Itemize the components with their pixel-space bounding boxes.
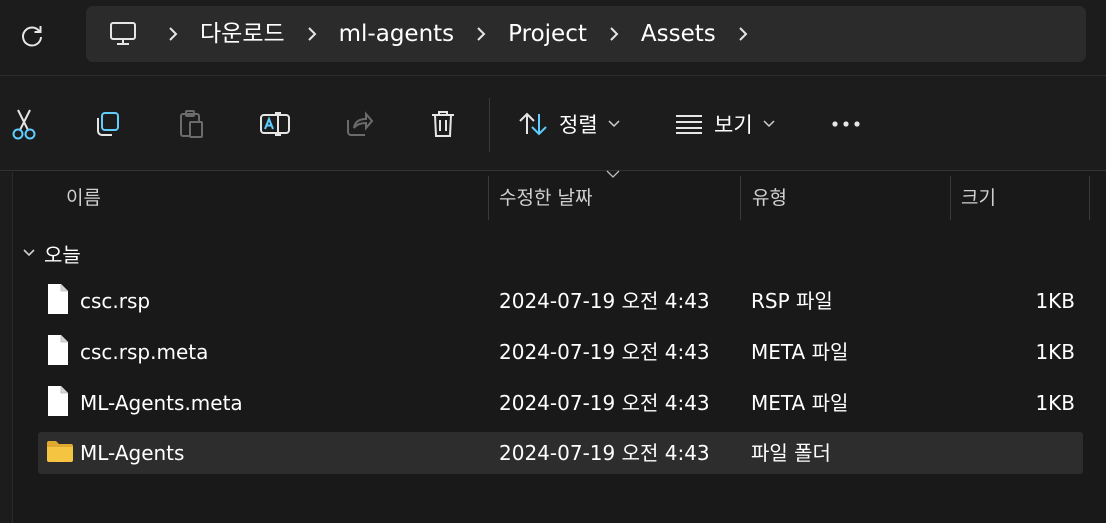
refresh-icon [22, 26, 42, 47]
share-button[interactable] [339, 104, 379, 144]
file-size: 1KB [1035, 340, 1075, 364]
chevron-right-icon[interactable] [601, 6, 627, 62]
sort-descending-icon [606, 170, 620, 178]
file-row[interactable]: ML-Agents.meta 2024-07-19 오전 4:43 META 파… [38, 382, 1083, 424]
column-divider[interactable] [950, 176, 951, 220]
file-date: 2024-07-19 오전 4:43 [499, 391, 710, 415]
file-date: 2024-07-19 오전 4:43 [499, 289, 710, 313]
file-icon [48, 386, 68, 416]
share-icon [347, 111, 374, 136]
monitor-icon [110, 22, 136, 45]
chevron-right-icon[interactable] [468, 6, 494, 62]
file-row[interactable]: csc.rsp 2024-07-19 오전 4:43 RSP 파일 1KB [38, 280, 1083, 322]
rename-icon [260, 112, 290, 136]
chevron-right-icon[interactable] [299, 6, 325, 62]
copy-icon [97, 112, 119, 136]
rename-button[interactable] [255, 104, 295, 144]
delete-button[interactable] [423, 104, 463, 144]
folder-row[interactable]: ML-Agents 2024-07-19 오전 4:43 파일 폴더 [38, 432, 1083, 474]
column-header-name[interactable]: 이름 [66, 172, 101, 220]
view-menu-button[interactable]: 보기 [674, 104, 775, 144]
address-bar-row: 다운로드 ml-agents Project Assets [0, 0, 1106, 75]
more-dots-icon [832, 121, 860, 127]
folder-icon [47, 441, 73, 462]
trash-icon [432, 111, 454, 137]
paste-button[interactable] [171, 104, 211, 144]
column-divider[interactable] [488, 176, 489, 220]
file-name: ML-Agents.meta [80, 391, 243, 415]
column-header-date[interactable]: 수정한 날짜 [499, 172, 592, 220]
sort-label: 정렬 [559, 113, 598, 137]
command-bar: 정렬 보기 [0, 75, 1106, 171]
refresh-button[interactable] [14, 20, 50, 50]
more-options-button[interactable] [826, 104, 866, 144]
view-lines-icon [676, 115, 702, 134]
file-date: 2024-07-19 오전 4:43 [499, 340, 710, 364]
group-header-today[interactable]: 오늘 [22, 236, 81, 270]
chevron-down-icon [23, 249, 35, 257]
copy-button[interactable] [87, 104, 127, 144]
file-row[interactable]: csc.rsp.meta 2024-07-19 오전 4:43 META 파일 … [38, 331, 1083, 373]
file-size: 1KB [1035, 289, 1075, 313]
sort-menu-button[interactable]: 정렬 [517, 104, 620, 144]
this-pc-button[interactable] [86, 6, 160, 62]
file-name: csc.rsp [80, 289, 151, 313]
file-type: META 파일 [751, 391, 849, 415]
breadcrumb-ml-agents[interactable]: ml-agents [325, 6, 469, 62]
file-type: META 파일 [751, 340, 849, 364]
group-label: 오늘 [44, 242, 81, 267]
breadcrumb-downloads[interactable]: 다운로드 [186, 6, 299, 62]
chevron-down-icon [608, 120, 620, 128]
sort-arrows-icon [519, 112, 547, 136]
file-icon [48, 284, 68, 314]
chevron-right-icon[interactable] [730, 6, 756, 62]
navigation-pane-edge[interactable] [0, 172, 13, 523]
breadcrumb-project[interactable]: Project [494, 6, 601, 62]
file-size: 1KB [1035, 391, 1075, 415]
file-type: 파일 폴더 [751, 441, 831, 465]
scissors-icon [12, 109, 36, 140]
column-divider[interactable] [740, 176, 741, 220]
file-type: RSP 파일 [751, 289, 833, 313]
toolbar-separator [489, 98, 490, 152]
chevron-down-icon [763, 120, 775, 128]
file-name: ML-Agents [80, 441, 185, 465]
breadcrumb-assets[interactable]: Assets [627, 6, 730, 62]
column-header-size[interactable]: 크기 [961, 172, 996, 220]
file-name: csc.rsp.meta [80, 340, 209, 364]
clipboard-icon [180, 110, 203, 138]
column-divider[interactable] [1089, 176, 1090, 220]
address-box[interactable]: 다운로드 ml-agents Project Assets [86, 6, 1086, 62]
chevron-right-icon[interactable] [160, 6, 186, 62]
file-icon [48, 335, 68, 365]
column-header-type[interactable]: 유형 [752, 172, 787, 220]
file-date: 2024-07-19 오전 4:43 [499, 441, 710, 465]
view-label: 보기 [714, 113, 753, 137]
cut-button[interactable] [4, 104, 44, 144]
